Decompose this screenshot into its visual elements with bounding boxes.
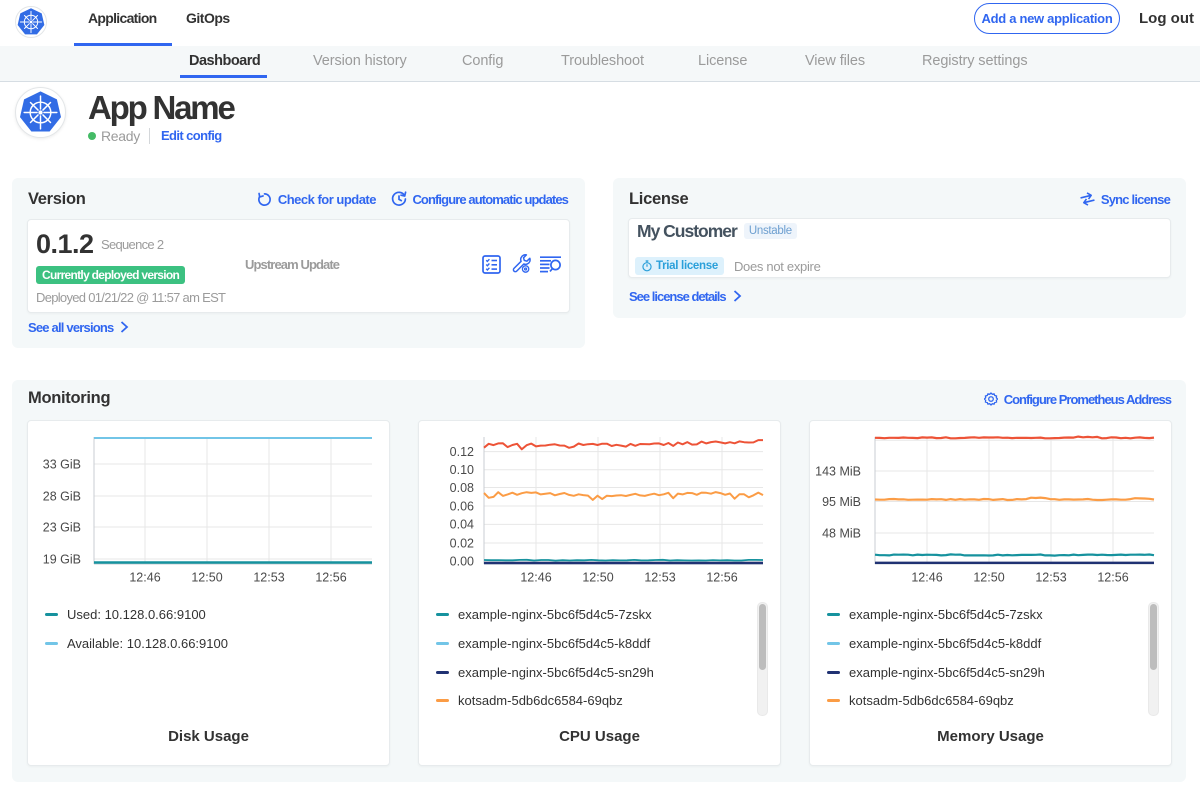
svg-text:0.00: 0.00 — [450, 555, 474, 569]
svg-text:143 MiB: 143 MiB — [815, 464, 861, 478]
svg-text:12:53: 12:53 — [1035, 571, 1066, 585]
svg-text:12:56: 12:56 — [1097, 571, 1128, 585]
svg-text:12:56: 12:56 — [706, 571, 737, 585]
svg-text:12:46: 12:46 — [911, 571, 942, 585]
svg-text:0.06: 0.06 — [450, 499, 474, 513]
svg-text:33 GiB: 33 GiB — [43, 457, 81, 471]
svg-text:12:50: 12:50 — [582, 571, 613, 585]
svg-text:19 GiB: 19 GiB — [43, 552, 81, 566]
svg-text:0.12: 0.12 — [450, 445, 474, 459]
svg-text:12:50: 12:50 — [191, 571, 222, 585]
svg-text:48 MiB: 48 MiB — [822, 526, 861, 540]
svg-text:0.04: 0.04 — [450, 518, 474, 532]
svg-text:95 MiB: 95 MiB — [822, 495, 861, 509]
svg-text:12:53: 12:53 — [644, 571, 675, 585]
svg-text:0.08: 0.08 — [450, 481, 474, 495]
svg-text:12:53: 12:53 — [253, 571, 284, 585]
svg-text:12:56: 12:56 — [315, 571, 346, 585]
svg-text:28 GiB: 28 GiB — [43, 489, 81, 503]
svg-text:0.02: 0.02 — [450, 536, 474, 550]
svg-text:23 GiB: 23 GiB — [43, 520, 81, 534]
svg-text:12:50: 12:50 — [973, 571, 1004, 585]
svg-text:12:46: 12:46 — [129, 571, 160, 585]
svg-text:12:46: 12:46 — [520, 571, 551, 585]
svg-text:0.10: 0.10 — [450, 463, 474, 477]
